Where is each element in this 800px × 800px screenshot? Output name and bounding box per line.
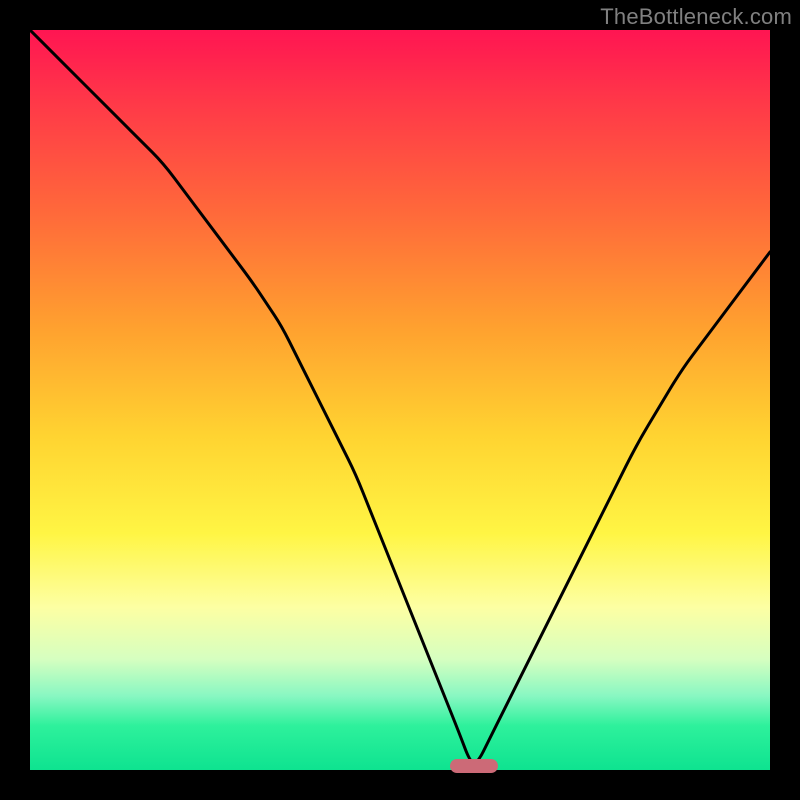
plot-area [30, 30, 770, 770]
watermark-text: TheBottleneck.com [600, 4, 792, 30]
bottleneck-curve [30, 30, 770, 770]
optimal-point-marker [450, 759, 498, 773]
chart-frame: TheBottleneck.com [0, 0, 800, 800]
